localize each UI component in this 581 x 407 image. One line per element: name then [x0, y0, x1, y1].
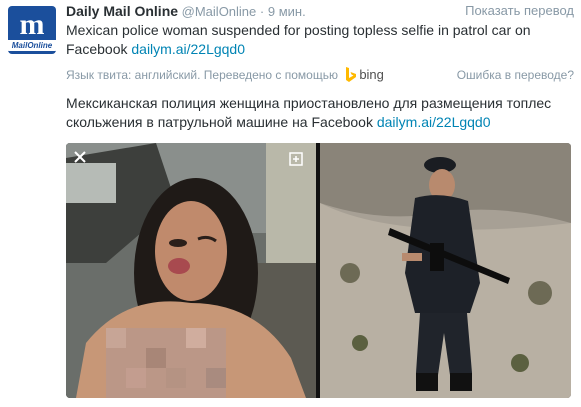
media-grid	[66, 143, 571, 398]
avatar[interactable]: m MailOnline	[8, 6, 56, 54]
translated-text: Мексиканская полиция женщина приостановл…	[66, 94, 566, 132]
photo-selfie-image	[66, 143, 316, 398]
tweet-timestamp[interactable]: 9 мин.	[268, 4, 306, 19]
close-icon[interactable]	[73, 150, 87, 164]
show-translation-link[interactable]: Показать перевод	[465, 2, 574, 20]
translation-meta: Язык твита: английский. Переведено с пом…	[66, 66, 574, 84]
photo-uniform-image	[320, 143, 571, 398]
author-screen-name[interactable]: @MailOnline	[182, 4, 257, 19]
photo-uniform[interactable]	[320, 143, 571, 398]
bing-word: bing	[359, 67, 384, 82]
avatar-logo-glyph: m	[19, 8, 45, 41]
bing-attribution[interactable]: bing	[345, 66, 384, 84]
tweet-link[interactable]: dailym.ai/22Lgqd0	[131, 41, 245, 57]
bing-logo-icon	[346, 66, 357, 82]
author-fullname[interactable]: Daily Mail Online	[66, 3, 178, 19]
expand-icon[interactable]	[288, 151, 304, 167]
tweet-text: Mexican police woman suspended for posti…	[66, 21, 566, 59]
translated-link[interactable]: dailym.ai/22Lgqd0	[377, 114, 491, 130]
photo-selfie[interactable]	[66, 143, 316, 398]
tweet: m MailOnline Daily Mail Online @MailOnli…	[0, 0, 581, 407]
translation-label: Язык твита: английский. Переведено с пом…	[66, 68, 338, 82]
avatar-brand-label: MailOnline	[8, 40, 56, 51]
wrong-translation-link[interactable]: Ошибка в переводе?	[457, 66, 574, 84]
tweet-header: Daily Mail Online @MailOnline · 9 мин. П…	[66, 2, 574, 20]
header-separator: ·	[259, 4, 265, 19]
